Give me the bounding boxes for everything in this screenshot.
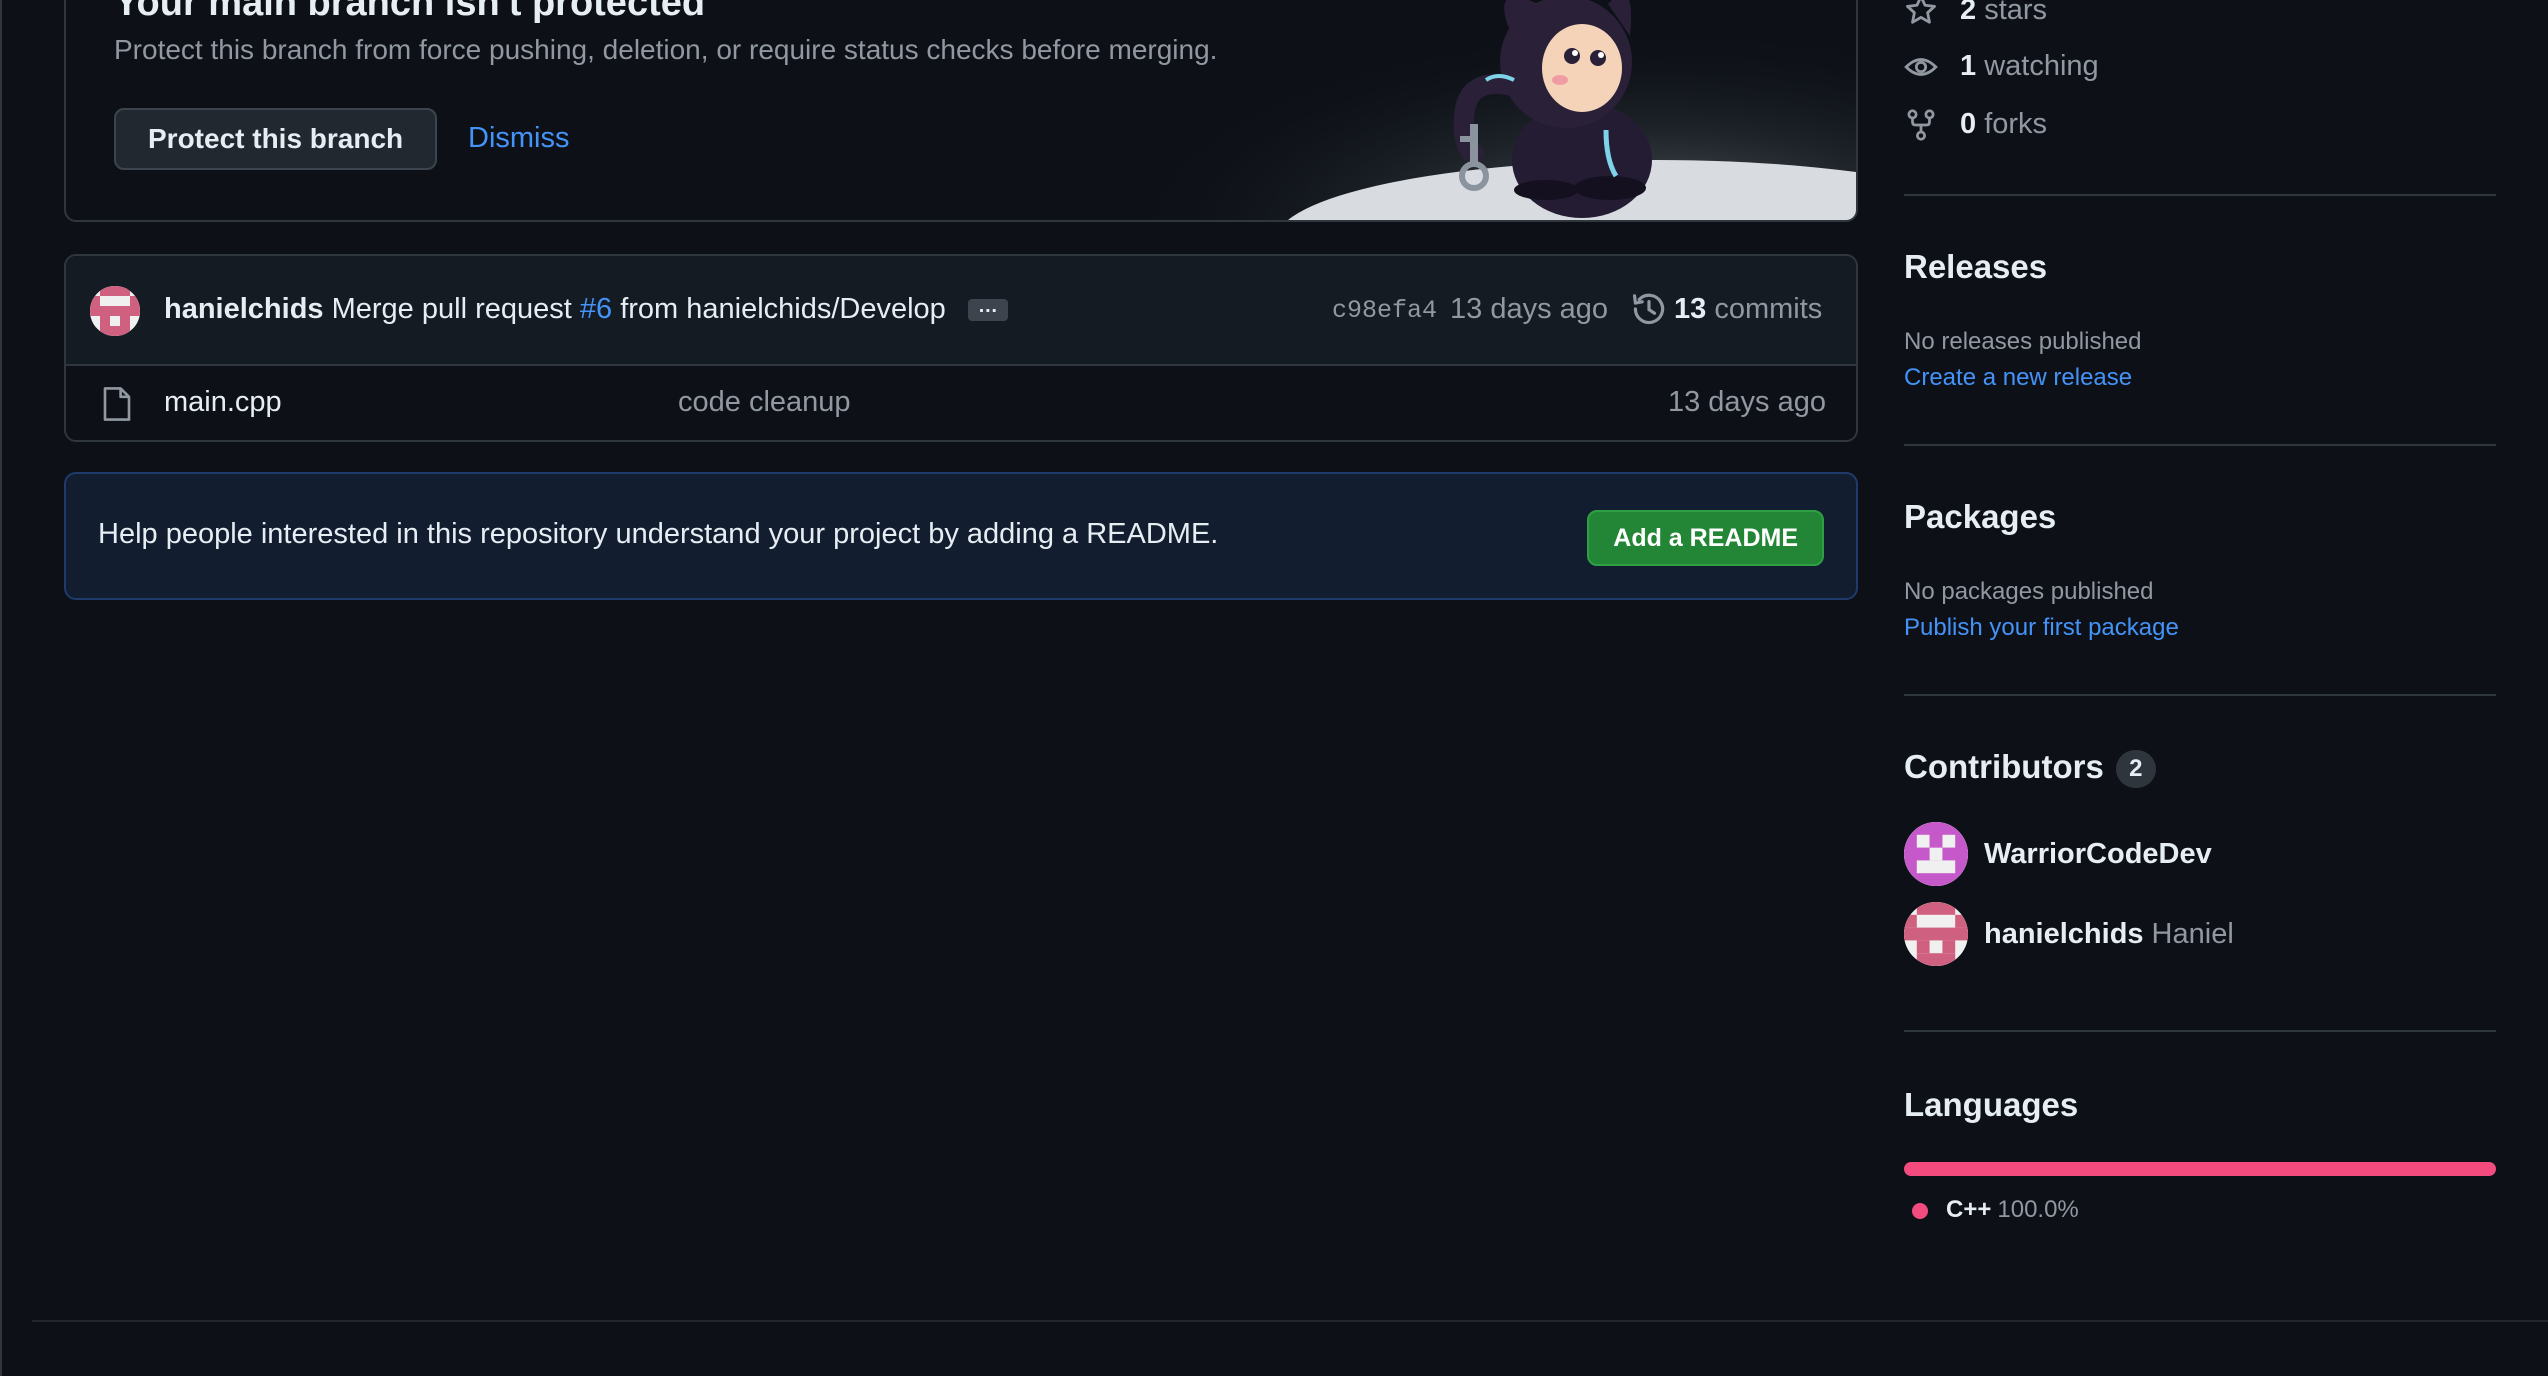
forks-label: forks (1984, 108, 2048, 140)
file-commit-message-link[interactable]: code cleanup (678, 386, 851, 419)
language-bar (1904, 1162, 2496, 1176)
banner-title: Your main branch isn't protected (114, 0, 706, 24)
readme-prompt-text: Help people interested in this repositor… (98, 518, 1219, 550)
commit-author-link[interactable]: hanielchids (164, 293, 324, 325)
protect-branch-button[interactable]: Protect this branch (114, 108, 438, 170)
contributor-login: hanielchids (1984, 918, 2144, 950)
language-item-cpp[interactable]: C++ 100.0% (1912, 1196, 2079, 1224)
expand-commit-message-button[interactable]: … (967, 296, 1008, 322)
sidebar-divider (1904, 444, 2496, 446)
publish-package-link[interactable]: Publish your first package (1904, 614, 2179, 642)
table-row[interactable]: main.cpp code cleanup 13 days ago (66, 366, 1856, 440)
readme-prompt: Help people interested in this repositor… (64, 472, 1858, 600)
identicon-icon (90, 286, 140, 336)
commit-sha-link[interactable]: c98efa4 (1332, 296, 1437, 325)
forks-count: 0 (1960, 108, 1977, 140)
star-icon (1906, 0, 1936, 24)
releases-heading-link[interactable]: Releases (1904, 248, 2047, 285)
commit-message: hanielchids Merge pull request #6 from h… (164, 293, 1008, 326)
stars-label: stars (1984, 0, 2048, 26)
branch-protection-banner: Your main branch isn't protected Protect… (64, 0, 1858, 222)
language-percent: 100.0% (1997, 1196, 2079, 1223)
page-left-border (0, 0, 2, 1376)
dismiss-link[interactable]: Dismiss (468, 122, 570, 155)
history-icon[interactable] (1632, 292, 1666, 326)
file-age: 13 days ago (1667, 386, 1826, 418)
latest-commit-bar: hanielchids Merge pull request #6 from h… (66, 256, 1856, 366)
commit-count-label: commits (1714, 293, 1823, 325)
footer-divider (32, 1320, 2548, 1322)
commit-message-suffix: from hanielchids/Develop (620, 293, 946, 325)
create-release-link[interactable]: Create a new release (1904, 364, 2132, 392)
avatar[interactable] (90, 286, 140, 336)
language-bar-segment-cpp (1904, 1162, 2496, 1176)
language-color-dot (1912, 1202, 1928, 1219)
banner-description: Protect this branch from force pushing, … (114, 34, 1218, 65)
watching-label: watching (1984, 50, 2099, 82)
no-packages-note: No packages published (1904, 578, 2154, 605)
contributors-heading: Contributors 2 (1904, 748, 2156, 789)
sidebar-divider (1904, 694, 2496, 696)
contributor-login: WarriorCodeDev (1984, 838, 2212, 870)
commits-link[interactable]: 13 commits (1674, 293, 1822, 326)
file-icon (103, 387, 131, 421)
language-name: C++ (1946, 1196, 1992, 1223)
contributors-count-badge: 2 (2115, 750, 2156, 789)
eye-icon (1904, 58, 1938, 76)
packages-heading-link[interactable]: Packages (1904, 498, 2056, 535)
no-releases-note: No releases published (1904, 328, 2142, 355)
fork-icon (1907, 109, 1935, 141)
stars-count: 2 (1960, 0, 1977, 26)
add-readme-button[interactable]: Add a README (1587, 510, 1824, 566)
avatar (1904, 822, 1968, 886)
sidebar-divider (1904, 194, 2496, 196)
contributors-heading-link[interactable]: Contributors (1904, 748, 2104, 785)
contributor-full-name: Haniel (2151, 918, 2234, 950)
pull-request-link[interactable]: #6 (580, 293, 612, 325)
octocat-illustration (1136, 0, 1856, 220)
file-browser: hanielchids Merge pull request #6 from h… (64, 254, 1858, 442)
commit-message-prefix: Merge pull request (331, 293, 572, 325)
identicon-icon (1904, 902, 1968, 966)
languages-heading: Languages (1904, 1086, 2079, 1123)
watching-count: 1 (1960, 50, 1977, 82)
avatar (1904, 902, 1968, 966)
identicon-icon (1904, 822, 1968, 886)
commit-count: 13 (1674, 293, 1707, 325)
packages-heading[interactable]: Packages (1904, 498, 2056, 536)
releases-heading[interactable]: Releases (1904, 248, 2047, 286)
file-name-link[interactable]: main.cpp (164, 386, 282, 419)
sidebar-divider (1904, 1030, 2496, 1032)
commit-age: 13 days ago (1450, 293, 1609, 325)
